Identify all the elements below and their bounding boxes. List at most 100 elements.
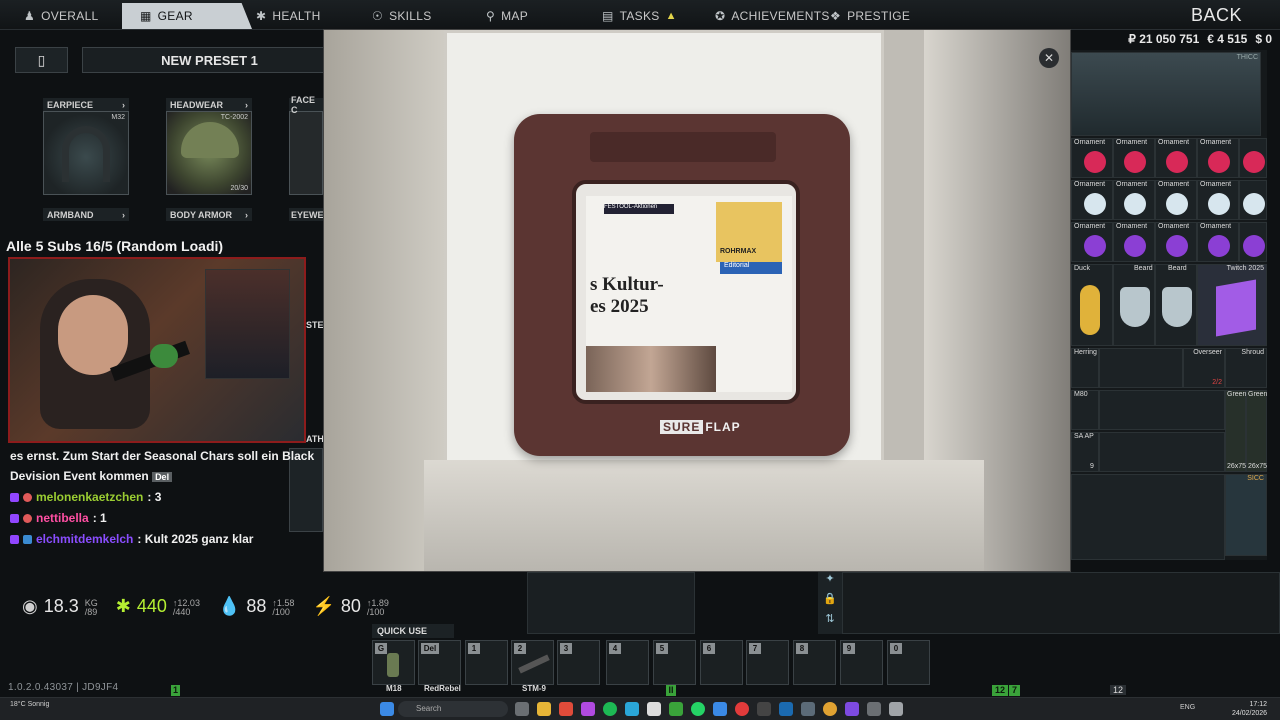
top-navigation: ♟ OVERALL ▦ GEAR ✱ HEALTH ☉ SKILLS ⚲ MAP ▤ TAS…	[0, 0, 1280, 30]
ornament-item[interactable]: Ornament	[1155, 222, 1197, 262]
app-icon[interactable]	[757, 702, 771, 716]
tab-health[interactable]: ✱ HEALTH	[256, 3, 321, 29]
preset-menu-button[interactable]: ▯	[15, 47, 68, 73]
app-icon[interactable]	[889, 702, 903, 716]
close-icon[interactable]: ✕	[1039, 48, 1059, 68]
taskview-icon[interactable]	[515, 702, 529, 716]
empty-cell[interactable]	[1071, 474, 1225, 560]
ornament-item[interactable]: Ornament	[1071, 138, 1113, 178]
stash-bottom-grid[interactable]	[842, 572, 1280, 634]
earpiece-item[interactable]: M32	[43, 111, 129, 195]
spotify-icon[interactable]	[603, 702, 617, 716]
quick-slot-7[interactable]: 7	[746, 640, 789, 685]
quick-slot-9[interactable]: 9	[840, 640, 883, 685]
overseer-item[interactable]: Overseer 2/2	[1183, 348, 1225, 388]
green-flare-item[interactable]: Green 26x75	[1246, 390, 1267, 472]
start-icon[interactable]	[380, 702, 394, 716]
sa-ap-ammo-item[interactable]: SA AP 9	[1071, 432, 1099, 472]
tab-achievements[interactable]: ✪ ACHIEVEMENTS	[715, 3, 830, 29]
ornament-item[interactable]: Ornament	[1197, 180, 1239, 220]
language-indicator[interactable]: ENG	[1180, 704, 1195, 711]
slot-earpiece[interactable]: EARPIECE › M32	[43, 98, 129, 195]
slot-body-armor[interactable]: BODY ARMOR ›	[166, 208, 252, 221]
thicc-case-item[interactable]: THICC	[1071, 52, 1261, 136]
image-viewer[interactable]: FESTOOL-Aktionen ROHRMAX s Kultur- es 20…	[323, 29, 1071, 572]
ornament-item[interactable]	[1239, 138, 1267, 178]
app-icon[interactable]	[581, 702, 595, 716]
empty-cell[interactable]	[1099, 390, 1225, 430]
quick-slot-2[interactable]: 2	[511, 640, 554, 685]
quick-slot-0[interactable]: 0	[887, 640, 930, 685]
quick-slot-5[interactable]: 5	[653, 640, 696, 685]
tab-gear[interactable]: ▦ GEAR	[122, 3, 252, 29]
slot-eyewear[interactable]: EYEWEA	[289, 208, 330, 221]
app-icon[interactable]	[559, 702, 573, 716]
app-icon[interactable]	[625, 702, 639, 716]
duck-item[interactable]: Duck	[1071, 264, 1113, 346]
ornament-item[interactable]: Ornament	[1113, 138, 1155, 178]
quick-slot-del[interactable]: Del	[418, 640, 461, 685]
chat-username[interactable]: nettibella	[36, 508, 89, 529]
sort-icon[interactable]: ⇅	[818, 612, 842, 632]
face-cover-empty[interactable]	[289, 111, 323, 195]
tab-tasks[interactable]: ▤ TASKS ▲	[602, 3, 677, 29]
m80-ammo-item[interactable]: M80	[1071, 390, 1099, 430]
tab-skills[interactable]: ☉ SKILLS	[372, 3, 432, 29]
app-icon[interactable]	[867, 702, 881, 716]
headwear-item[interactable]: TC-2002 20/30	[166, 111, 252, 195]
herring-item[interactable]: Herring	[1071, 348, 1099, 388]
tab-prestige[interactable]: ❖ PRESTIGE	[830, 3, 910, 29]
ornament-item[interactable]	[1239, 222, 1267, 262]
whatsapp-icon[interactable]	[691, 702, 705, 716]
beard-item[interactable]: Beard	[1113, 264, 1155, 346]
ornament-item[interactable]: Ornament	[1113, 180, 1155, 220]
slot-face-cover[interactable]: FACE C	[289, 95, 323, 195]
quick-slot-g[interactable]: G	[372, 640, 415, 685]
explorer-icon[interactable]	[537, 702, 551, 716]
weather-widget[interactable]: 18°C Sonnig	[10, 701, 50, 709]
ornament-item[interactable]: Ornament	[1197, 222, 1239, 262]
clock[interactable]: 17:12 24/02/2026	[1232, 700, 1267, 718]
sicc-case-item[interactable]: SICC	[1225, 474, 1267, 556]
chat-username[interactable]: melonenkaetzchen	[36, 487, 143, 508]
chat-username[interactable]: elchmitdemkelch	[36, 529, 133, 550]
app-icon[interactable]	[801, 702, 815, 716]
beard-item[interactable]: Beard	[1155, 264, 1197, 346]
ornament-item[interactable]	[1239, 180, 1267, 220]
search-box[interactable]: Search	[398, 701, 508, 717]
preset-name[interactable]: NEW PRESET 1	[82, 47, 337, 73]
steam-icon[interactable]	[779, 702, 793, 716]
tab-overall[interactable]: ♟ OVERALL	[24, 3, 99, 29]
lock-icon[interactable]: 🔒	[818, 592, 842, 612]
empty-cell[interactable]	[1099, 432, 1225, 472]
quick-slot-4[interactable]: 4	[606, 640, 649, 685]
ornament-item[interactable]: Ornament	[1155, 180, 1197, 220]
back-button[interactable]: BACK	[1191, 5, 1242, 26]
pocket-grid[interactable]	[527, 572, 695, 634]
app-icon[interactable]	[669, 702, 683, 716]
twitch-icon[interactable]	[845, 702, 859, 716]
chrome-icon[interactable]	[823, 702, 837, 716]
opera-icon[interactable]	[735, 702, 749, 716]
quick-slot-3[interactable]: 3	[557, 640, 600, 685]
ornament-item[interactable]: Ornament	[1113, 222, 1155, 262]
slot-headwear[interactable]: HEADWEAR › TC-2002 20/30	[166, 98, 252, 195]
green-flare-item[interactable]: Green 26x75	[1225, 390, 1246, 472]
ornament-item[interactable]: Ornament	[1197, 138, 1239, 178]
twitch-case-item[interactable]: Twitch 2025	[1197, 264, 1267, 346]
empty-cell[interactable]	[1099, 348, 1183, 388]
ornament-item[interactable]: Ornament	[1071, 180, 1113, 220]
app-icon[interactable]	[713, 702, 727, 716]
app-icon[interactable]	[647, 702, 661, 716]
quick-slot-1[interactable]: 1	[465, 640, 508, 685]
tab-map[interactable]: ⚲ MAP	[486, 3, 528, 29]
slot-armband[interactable]: ARMBAND ›	[43, 208, 129, 221]
delete-button[interactable]: Del	[152, 472, 173, 482]
quick-slot-8[interactable]: 8	[793, 640, 836, 685]
skills-icon: ☉	[372, 9, 384, 23]
ornament-item[interactable]: Ornament	[1071, 222, 1113, 262]
pin-icon[interactable]: ✦	[818, 572, 842, 592]
shroud-item[interactable]: Shroud	[1225, 348, 1267, 388]
ornament-item[interactable]: Ornament	[1155, 138, 1197, 178]
quick-slot-6[interactable]: 6	[700, 640, 743, 685]
